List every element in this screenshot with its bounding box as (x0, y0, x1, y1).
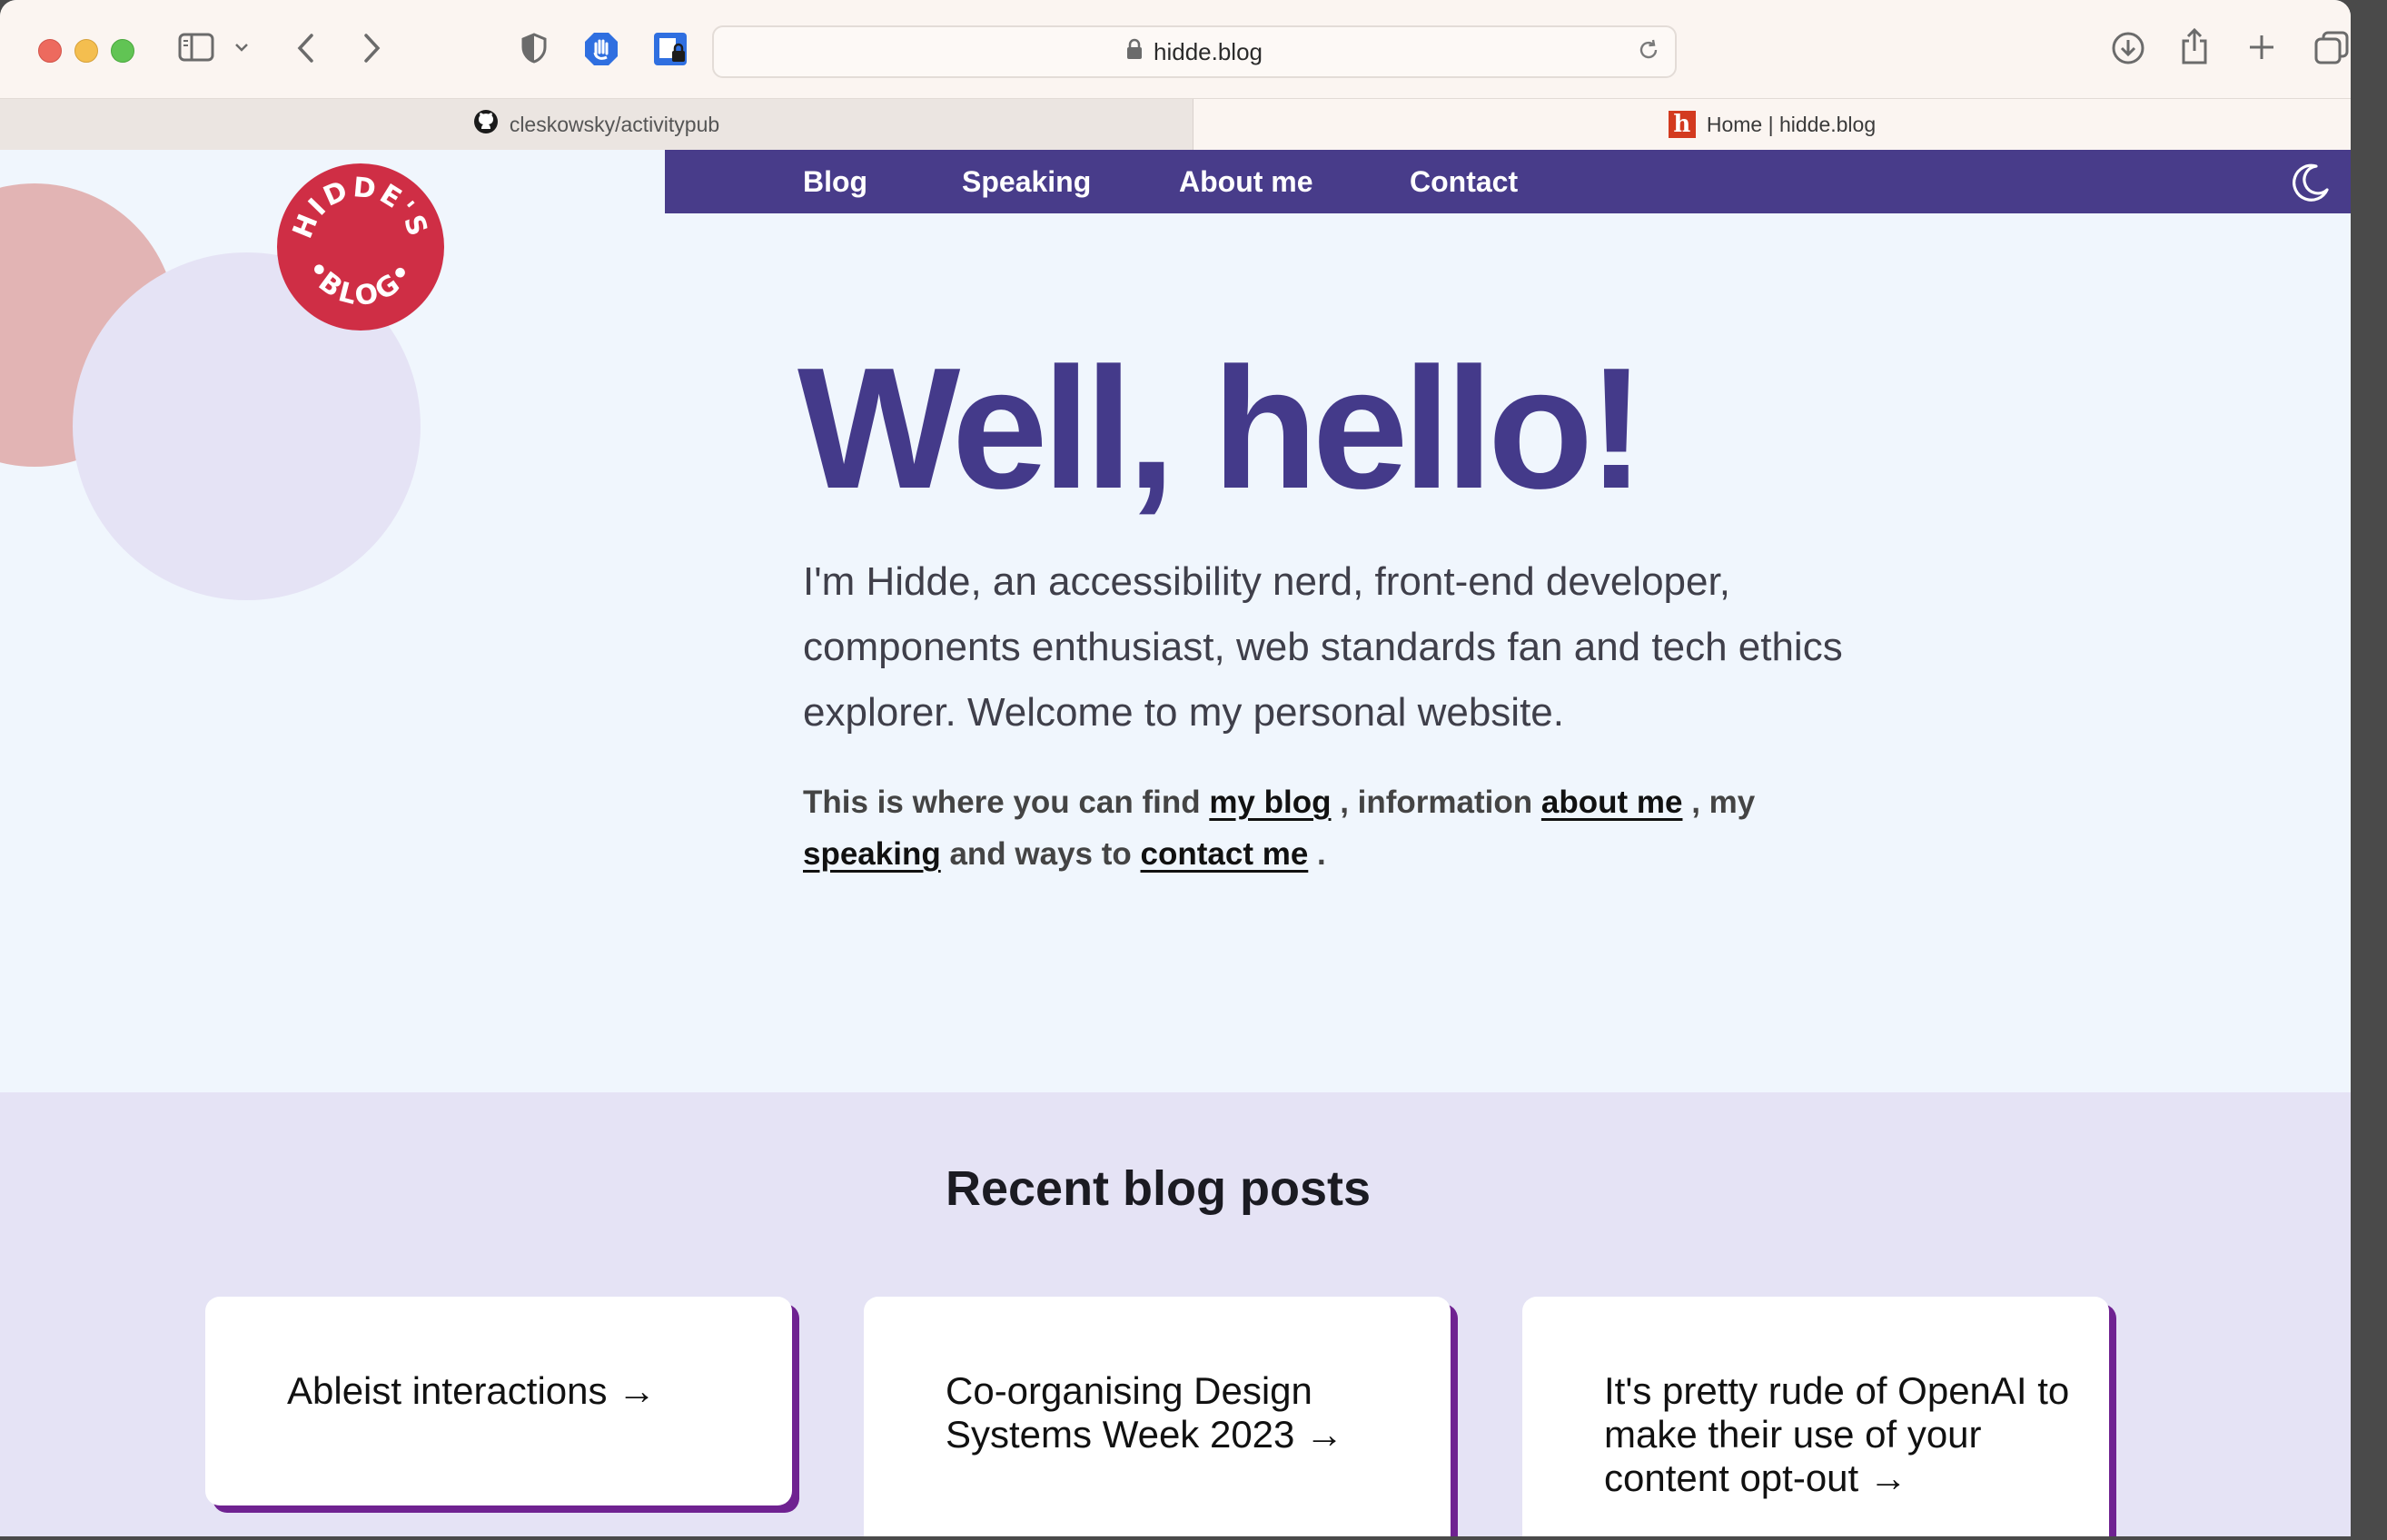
tab-label: Home | hidde.blog (1706, 112, 1877, 136)
lock-icon (1126, 38, 1143, 66)
back-icon[interactable] (296, 33, 316, 64)
post-title[interactable]: Co-organising Design Systems Week 2023 → (946, 1369, 1418, 1456)
reload-icon[interactable] (1637, 38, 1660, 68)
post-card[interactable]: It's pretty rude of OpenAI to make their… (1522, 1297, 2109, 1536)
share-icon[interactable] (2180, 27, 2209, 65)
tab-overview-icon[interactable] (2314, 31, 2349, 65)
new-tab-icon[interactable] (2247, 33, 2276, 62)
browser-toolbar: hidde.blog (0, 0, 2351, 98)
nav-blog[interactable]: Blog (803, 150, 867, 213)
link-contact-me[interactable]: contact me (1141, 836, 1309, 872)
post-title[interactable]: Ableist interactions → (287, 1369, 759, 1413)
post-card[interactable]: Co-organising Design Systems Week 2023 → (864, 1297, 1451, 1536)
extension-lock-icon[interactable] (652, 31, 688, 67)
tab-label: cleskowsky/activitypub (509, 112, 720, 136)
links-text: , information (1331, 785, 1541, 820)
link-about-me[interactable]: about me (1541, 785, 1683, 820)
minimize-window-button[interactable] (74, 39, 98, 63)
main-nav: Blog Speaking About me Contact (665, 150, 2351, 213)
browser-window: hidde.blog cleskowsky/activitypub h Home… (0, 0, 2351, 1536)
links-text: , my (1682, 785, 1756, 820)
chevron-down-icon[interactable] (234, 42, 249, 53)
nav-about-me[interactable]: About me (1179, 150, 1313, 213)
tab-activitypub[interactable]: cleskowsky/activitypub (0, 99, 1194, 150)
page-title: Well, hello! (797, 332, 1645, 525)
nav-speaking[interactable]: Speaking (962, 150, 1091, 213)
recent-posts-heading: Recent blog posts (945, 1161, 1372, 1216)
sidebar-toggle-icon[interactable] (178, 33, 214, 62)
link-my-blog[interactable]: my blog (1209, 785, 1331, 820)
extension-hand-icon[interactable] (583, 31, 619, 67)
downloads-icon[interactable] (2111, 31, 2145, 65)
nav-contact[interactable]: Contact (1410, 150, 1518, 213)
tab-bar: cleskowsky/activitypub h Home | hidde.bl… (0, 98, 2351, 151)
post-title[interactable]: It's pretty rude of OpenAI to make their… (1604, 1369, 2076, 1500)
post-card[interactable]: Ableist interactions → (205, 1297, 792, 1505)
address-bar[interactable]: hidde.blog (712, 25, 1677, 78)
zoom-window-button[interactable] (111, 39, 134, 63)
hidde-favicon: h (1668, 111, 1696, 138)
links-text: This is where you can find (803, 785, 1210, 820)
forward-icon[interactable] (362, 33, 381, 64)
links-text: and ways to (940, 836, 1141, 872)
recent-posts-section: Recent blog posts Ableist interactions →… (0, 1092, 2351, 1536)
privacy-shield-icon[interactable] (521, 33, 547, 64)
webpage: HIDDE'S •BLOG• Blog Speaking About me Co… (0, 150, 2351, 1536)
close-window-button[interactable] (38, 39, 62, 63)
links-text: . (1308, 836, 1326, 872)
link-speaking[interactable]: speaking (803, 836, 941, 872)
site-logo[interactable]: HIDDE'S •BLOG• (276, 163, 445, 336)
url-text: hidde.blog (1154, 37, 1263, 65)
github-icon (473, 109, 499, 140)
dark-mode-toggle-icon[interactable] (2291, 163, 2331, 207)
hero-intro: I'm Hidde, an accessibility nerd, front-… (803, 559, 1843, 735)
tab-hidde-blog[interactable]: h Home | hidde.blog (1194, 99, 2351, 150)
hero-links: This is where you can find my blog , inf… (803, 776, 1893, 880)
